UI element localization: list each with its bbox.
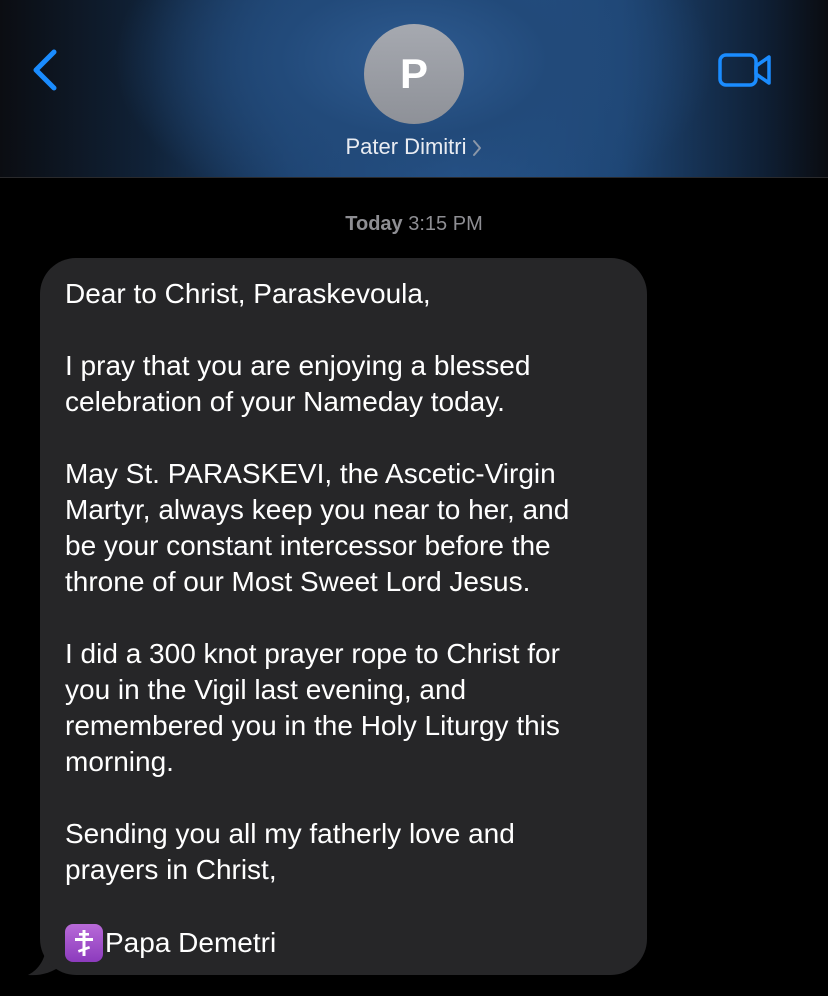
message-line: Sending you all my fatherly love and xyxy=(65,818,515,849)
message-paragraph: I pray that you are enjoying a blessed c… xyxy=(65,348,627,420)
chevron-right-icon xyxy=(472,140,481,157)
message-line: prayers in Christ, xyxy=(65,854,277,885)
avatar-initial: P xyxy=(399,50,428,97)
message-line: Dear to Christ, Paraskevoula, xyxy=(65,278,431,309)
message-line: I did a 300 knot prayer rope to Christ f… xyxy=(65,638,560,669)
message-line: celebration of your Nameday today. xyxy=(65,386,505,417)
message-timestamp: Today 3:15 PM xyxy=(0,213,828,236)
message-paragraph: Dear to Christ, Paraskevoula, xyxy=(65,276,627,312)
message-line: remembered you in the Holy Liturgy this xyxy=(65,710,560,741)
video-camera-icon xyxy=(718,53,771,87)
conversation-header: P Pater Dimitri xyxy=(0,0,828,178)
message-signature: Papa Demetri xyxy=(65,924,627,962)
message-line: I pray that you are enjoying a blessed xyxy=(65,350,531,381)
message-line: you in the Vigil last evening, and xyxy=(65,674,467,705)
message-paragraph: I did a 300 knot prayer rope to Christ f… xyxy=(65,636,627,780)
back-button[interactable] xyxy=(26,44,66,96)
facetime-video-button[interactable] xyxy=(716,50,774,90)
message-line: be your constant intercessor before the xyxy=(65,530,551,561)
incoming-message-bubble[interactable]: Dear to Christ, Paraskevoula, I pray tha… xyxy=(40,258,647,975)
signature-text: Papa Demetri xyxy=(105,927,277,958)
message-line: Martyr, always keep you near to her, and xyxy=(65,494,570,525)
contact-name: Pater Dimitri xyxy=(345,134,467,159)
chevron-left-icon xyxy=(33,49,57,91)
timestamp-time: 3:15 PM xyxy=(408,213,483,235)
contact-avatar[interactable]: P xyxy=(364,24,464,124)
message-paragraph: May St. PARASKEVI, the Ascetic-Virgin Ma… xyxy=(65,456,627,600)
message-line: morning. xyxy=(65,746,174,777)
contact-name-button[interactable]: Pater Dimitri xyxy=(0,134,828,160)
message-line: throne of our Most Sweet Lord Jesus. xyxy=(65,566,531,597)
timestamp-day: Today xyxy=(345,213,403,235)
orthodox-cross-icon xyxy=(65,924,103,962)
message-line: May St. PARASKEVI, the Ascetic-Virgin xyxy=(65,458,556,489)
message-paragraph: Sending you all my fatherly love and pra… xyxy=(65,816,627,888)
